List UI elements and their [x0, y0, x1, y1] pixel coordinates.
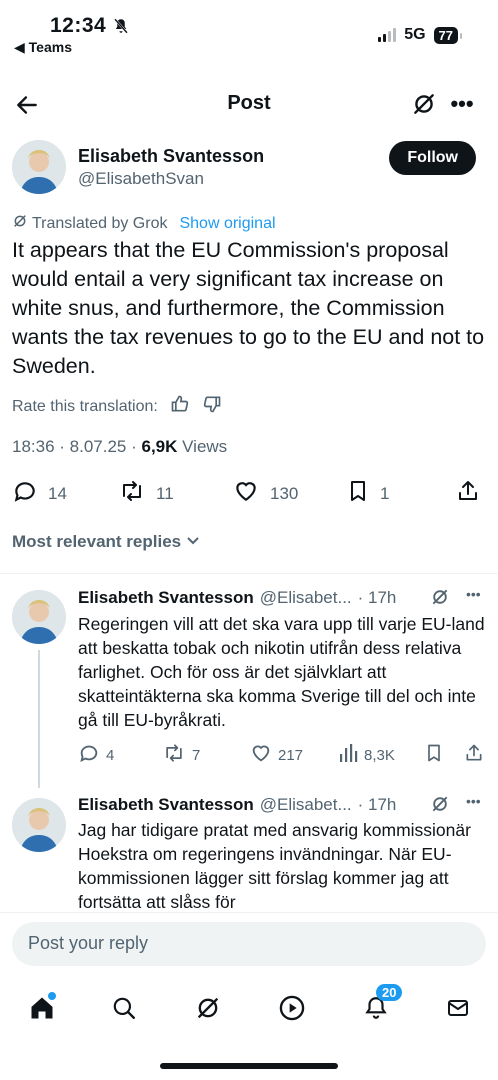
reply-time: · 17h	[357, 588, 397, 607]
heart-icon	[250, 742, 272, 768]
share-icon[interactable]	[456, 478, 480, 504]
more-options-icon[interactable]: •••	[466, 586, 481, 602]
bookmark-action[interactable]: 1	[346, 478, 389, 509]
like-action[interactable]: 130	[232, 478, 298, 509]
home-icon[interactable]	[22, 988, 62, 1028]
repost-count: 7	[192, 746, 201, 764]
author-avatar[interactable]	[12, 140, 66, 194]
author-name[interactable]: Elisabeth Svantesson	[78, 146, 264, 167]
reply-text-clip: Jag har tidigare pratat med ansvarig kom…	[78, 818, 488, 910]
status-indicators: 5G 77	[378, 26, 463, 44]
chevron-down-icon	[186, 532, 200, 551]
author-handle[interactable]: @ElisabethSvan	[78, 169, 204, 189]
heart-icon	[232, 478, 260, 509]
home-indicator	[160, 1063, 338, 1069]
more-options-icon[interactable]: •••	[446, 88, 478, 120]
reply-time: · 17h	[357, 795, 397, 814]
grok-icon[interactable]	[430, 587, 450, 612]
post-actions: 14 11 130 1	[0, 476, 498, 508]
reply-action[interactable]: 4	[78, 742, 114, 768]
like-count: 130	[270, 483, 299, 503]
reply-author-name[interactable]: Elisabeth Svantesson	[78, 795, 254, 815]
repost-count: 11	[156, 483, 174, 503]
translation-info: Translated by Grok Show original	[12, 213, 276, 234]
reply-avatar[interactable]	[12, 590, 66, 644]
follow-button[interactable]: Follow	[389, 141, 476, 175]
battery-icon: 77	[433, 26, 463, 44]
repost-icon	[162, 742, 186, 768]
divider	[0, 912, 498, 913]
reply-count: 14	[48, 483, 67, 503]
replies-sort-dropdown[interactable]: Most relevant replies	[12, 532, 200, 552]
share-icon[interactable]	[464, 742, 484, 764]
reply-author-handle[interactable]: @Elisabet...	[260, 795, 352, 815]
search-icon[interactable]	[104, 988, 144, 1028]
views-label: Views	[177, 437, 228, 456]
reply-icon	[12, 478, 38, 509]
post-timestamp: 18:36 · 8.07.25 ·	[12, 437, 142, 456]
translated-label: Translated by Grok	[32, 214, 168, 232]
reply-author-handle[interactable]: @Elisabet...	[260, 588, 352, 608]
views-count: 8,3K	[364, 746, 395, 764]
views-action[interactable]: 8,3K	[338, 742, 395, 768]
like-count: 217	[278, 746, 304, 764]
home-dot	[48, 992, 56, 1000]
signal-icon	[378, 28, 397, 42]
views-count: 6,9K	[141, 437, 178, 456]
back-to-app-link[interactable]: ◀ Teams	[14, 39, 72, 56]
reply-header: Elisabeth Svantesson @Elisabet... · 17h	[78, 795, 396, 815]
bookmark-icon	[346, 478, 370, 509]
reply-action[interactable]: 14	[12, 478, 67, 509]
reply-text: Regeringen vill att det ska vara upp til…	[78, 614, 485, 730]
back-triangle-icon: ◀	[14, 39, 29, 55]
thumbs-down-icon[interactable]	[202, 394, 222, 419]
post-text: It appears that the EU Commission's prop…	[12, 238, 485, 378]
silent-mode-icon	[112, 17, 130, 40]
bookmark-icon[interactable]	[424, 742, 444, 764]
replies-sort-label: Most relevant replies	[12, 532, 182, 551]
like-action[interactable]: 217	[250, 742, 303, 768]
messages-icon[interactable]	[438, 988, 478, 1028]
reply-icon	[78, 742, 100, 768]
divider	[0, 573, 498, 574]
reply-header: Elisabeth Svantesson @Elisabet... · 17h	[78, 588, 396, 608]
bottom-tab-bar: 20	[0, 980, 498, 1036]
more-options-icon[interactable]: •••	[466, 793, 481, 809]
network-label: 5G	[404, 26, 426, 43]
bookmark-count: 1	[380, 483, 390, 503]
grok-icon[interactable]	[408, 88, 440, 120]
rate-translation: Rate this translation:	[12, 394, 222, 419]
back-app-label: Teams	[28, 39, 72, 55]
post-header: Post •••	[0, 82, 498, 126]
post-meta: 18:36 · 8.07.25 · 6,9K Views	[12, 437, 227, 457]
reply-count: 4	[106, 746, 115, 764]
show-original-link[interactable]: Show original	[179, 215, 275, 233]
thread-line	[38, 650, 40, 788]
reply-avatar[interactable]	[12, 798, 66, 852]
status-time: 12:34	[50, 14, 107, 37]
notifications-icon[interactable]: 20	[356, 984, 403, 1028]
reply-text: Jag har tidigare pratat med ansvarig kom…	[78, 820, 471, 910]
reply-input[interactable]: Post your reply	[12, 922, 486, 966]
rate-label: Rate this translation:	[12, 397, 158, 415]
repost-icon	[118, 478, 146, 509]
grok-icon[interactable]	[430, 794, 450, 819]
reply-author-name[interactable]: Elisabeth Svantesson	[78, 588, 254, 608]
notifications-badge: 20	[376, 984, 403, 1001]
video-icon[interactable]	[272, 988, 312, 1028]
repost-action[interactable]: 7	[162, 742, 200, 768]
views-icon	[338, 742, 358, 768]
thumbs-up-icon[interactable]	[170, 394, 190, 419]
repost-action[interactable]: 11	[118, 478, 174, 509]
grok-small-icon	[12, 213, 28, 234]
grok-icon[interactable]	[188, 988, 228, 1028]
